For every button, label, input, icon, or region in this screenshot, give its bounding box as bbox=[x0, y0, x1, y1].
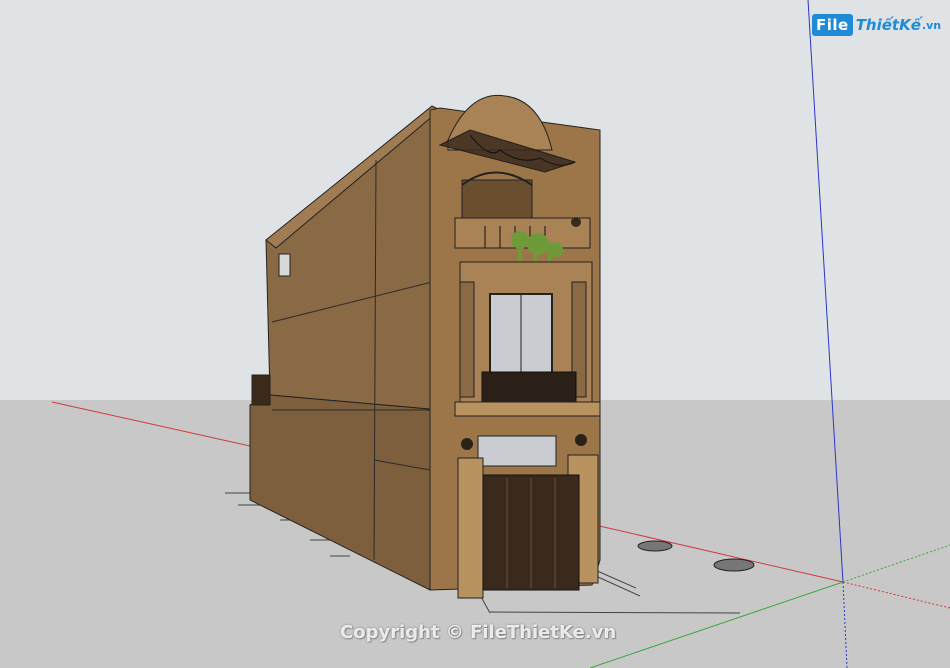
balcony-finial bbox=[571, 217, 581, 227]
model-viewport[interactable] bbox=[0, 0, 950, 668]
left-wall-lamp bbox=[461, 438, 473, 450]
left-gate-pillar bbox=[457, 457, 484, 599]
ground-floor-cornice bbox=[454, 401, 601, 417]
logo-tld: .vn bbox=[921, 18, 942, 32]
site-logo: File ThiếtKế .vn bbox=[812, 12, 941, 38]
logo-name: ThiếtKế bbox=[855, 16, 921, 34]
logo-prefix: File bbox=[812, 14, 853, 36]
side-window bbox=[278, 253, 291, 277]
left-pilaster bbox=[459, 281, 475, 398]
top-floor-arch-opening bbox=[461, 179, 533, 221]
copyright-watermark: Copyright © FileThietKe.vn bbox=[340, 622, 617, 643]
middle-balcony-railing bbox=[481, 371, 577, 405]
right-wall-lamp bbox=[575, 434, 587, 446]
transom-window bbox=[477, 435, 557, 467]
rooftop-railing bbox=[251, 374, 271, 406]
